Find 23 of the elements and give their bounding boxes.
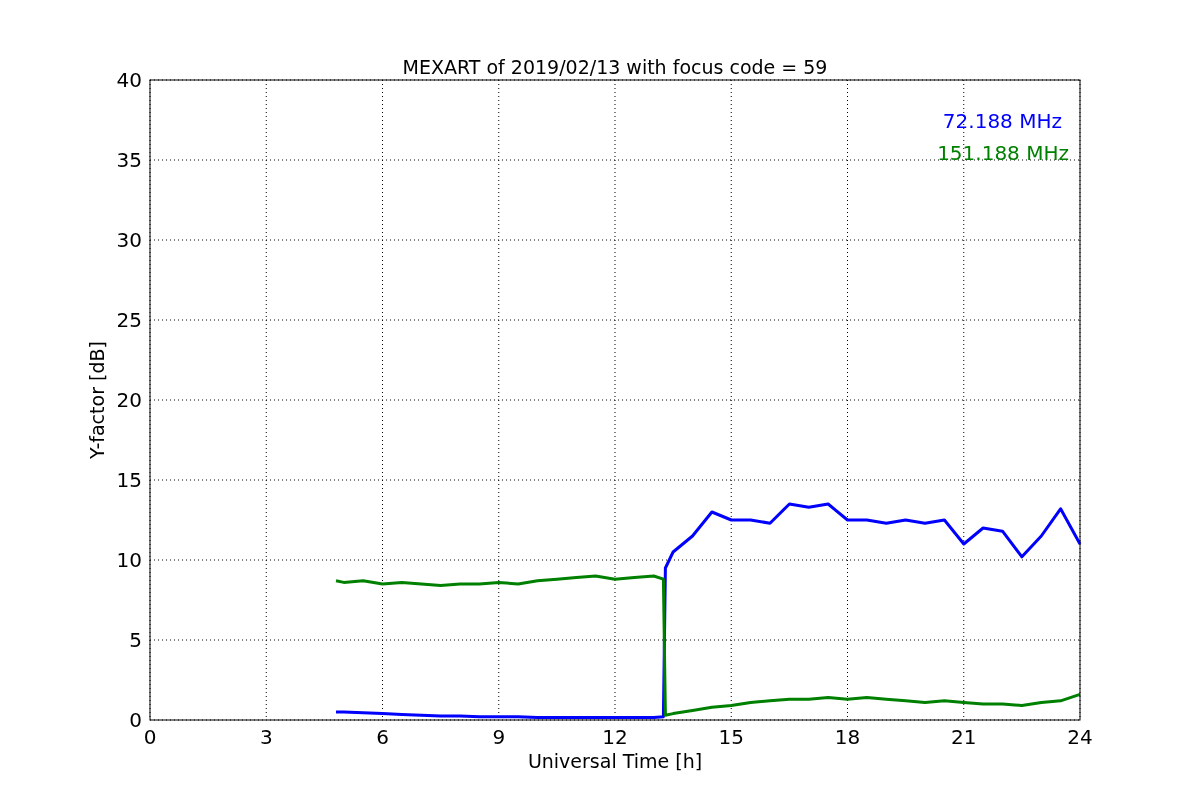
axis-tick-label: 20 [116,388,142,412]
axis-tick-label: 25 [116,308,142,332]
axis-tick-label: 15 [116,468,142,492]
axis-tick-label: 21 [951,725,977,749]
axis-tick-label: 0 [129,708,142,732]
axis-tick-label: 9 [492,725,506,749]
axis-tick-label: 0 [143,725,157,749]
axis-tick-label: 10 [116,548,142,572]
chart-title: MEXART of 2019/02/13 with focus code = 59 [402,56,828,78]
axis-tick-label: 24 [1067,725,1093,749]
axis-tick-label: 5 [129,628,142,652]
axis-tick-label: 12 [602,725,628,749]
x-axis-label: Universal Time [h] [527,750,703,772]
legend-label: 72.188 MHz [942,109,1062,133]
axis-tick-label: 30 [116,228,142,252]
axis-tick-label: 18 [834,725,861,749]
axis-tick-label: 3 [259,725,273,749]
legend-label: 151.188 MHz [937,141,1069,165]
y-axis-label: Y-factor [dB] [86,341,108,459]
axis-tick-label: 6 [376,725,389,749]
axis-tick-label: 35 [116,148,142,172]
axis-tick-label: 15 [718,725,744,749]
axis-tick-label: 40 [116,68,142,92]
